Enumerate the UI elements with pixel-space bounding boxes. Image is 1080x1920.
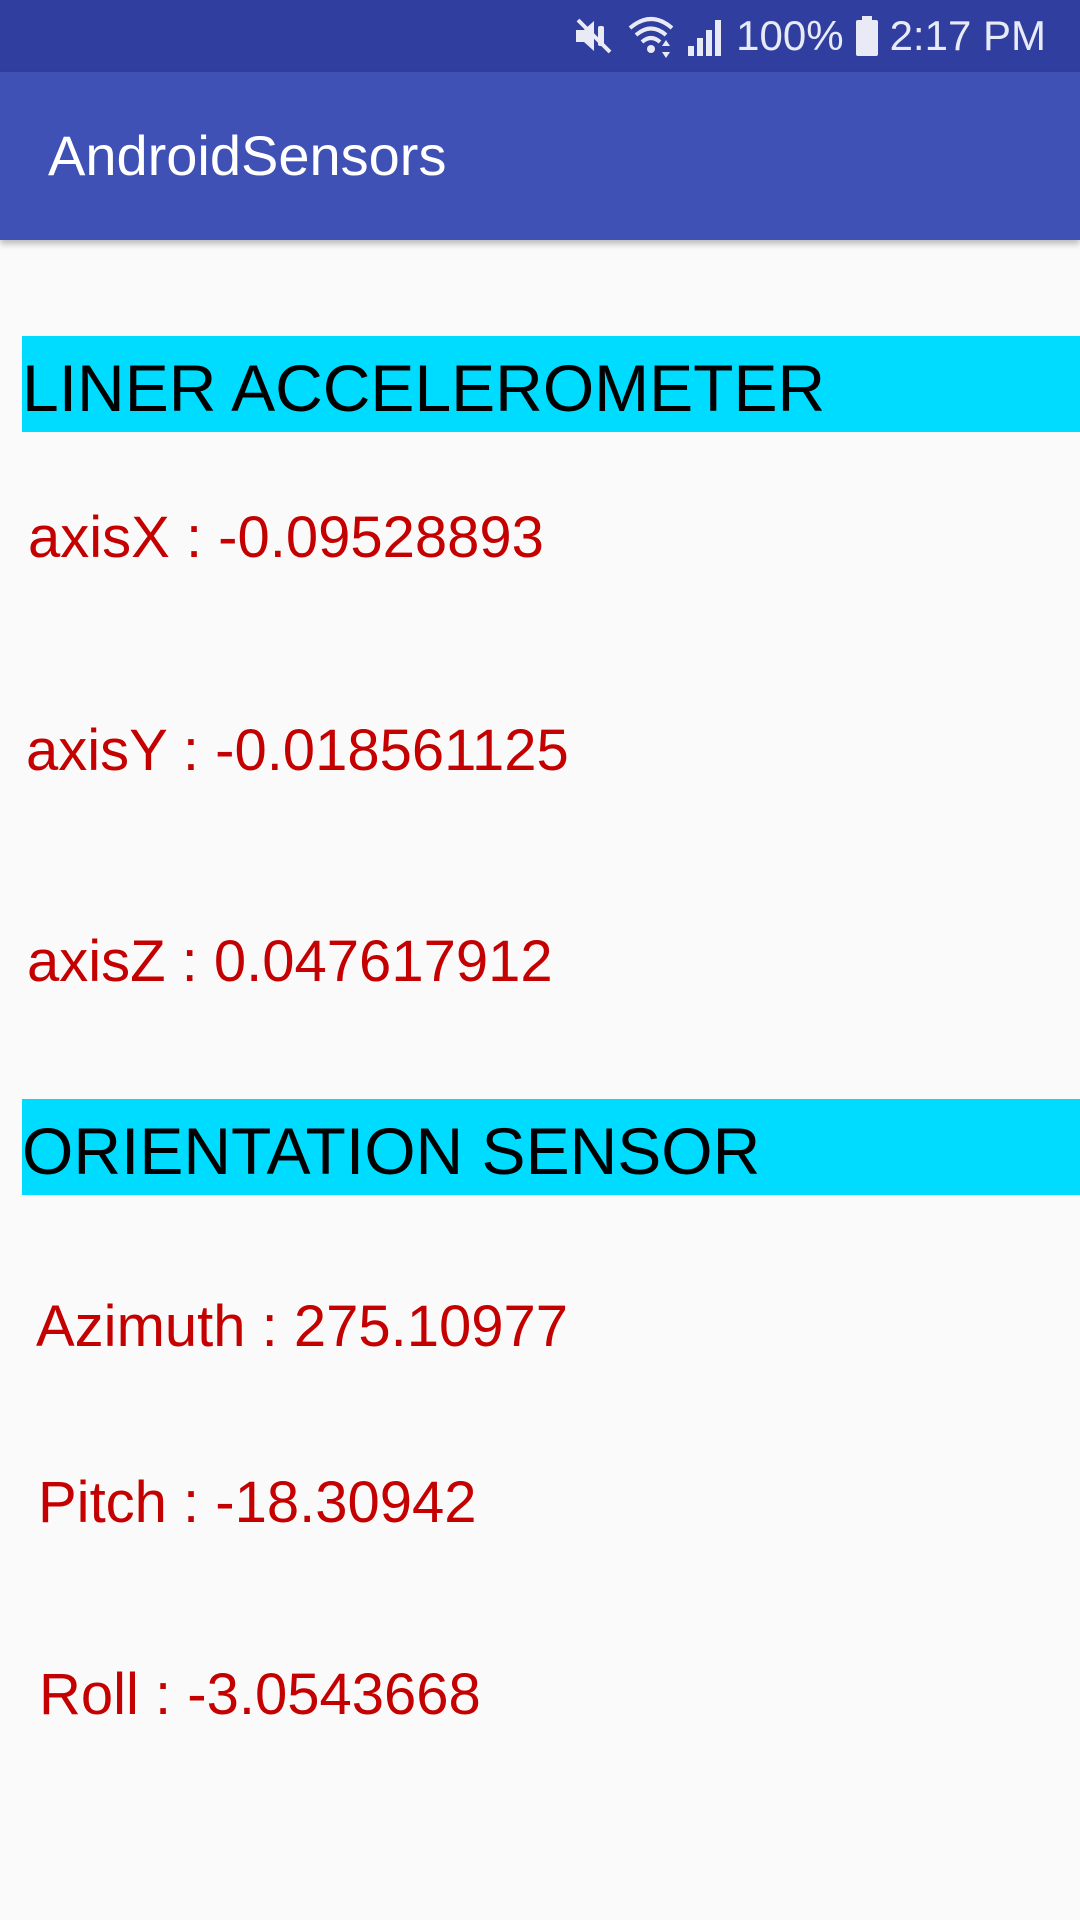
signal-icon [686, 14, 726, 58]
status-bar: 100% 2:17 PM [0, 0, 1080, 72]
axis-z-reading: axisZ : 0.047617912 [27, 929, 553, 994]
clock: 2:17 PM [889, 12, 1046, 59]
app-title: AndroidSensors [48, 124, 447, 187]
axis-y-reading: axisY : -0.018561125 [26, 718, 569, 783]
battery-icon [854, 14, 880, 58]
roll-reading: Roll : -3.0543668 [39, 1662, 481, 1727]
azimuth-reading: Azimuth : 275.10977 [36, 1294, 569, 1359]
orientation-header: ORIENTATION SENSOR [22, 1099, 1080, 1195]
status-icons: 100% 2:17 PM [572, 0, 1046, 72]
battery-percent: 100% [736, 12, 844, 59]
axis-x-reading: axisX : -0.09528893 [28, 505, 544, 570]
wifi-icon [626, 14, 676, 58]
app-bar: AndroidSensors [0, 72, 1080, 240]
mute-vibrate-icon [572, 14, 616, 58]
pitch-reading: Pitch : -18.30942 [38, 1470, 477, 1535]
accelerometer-header: LINER ACCELEROMETER [22, 336, 1080, 432]
